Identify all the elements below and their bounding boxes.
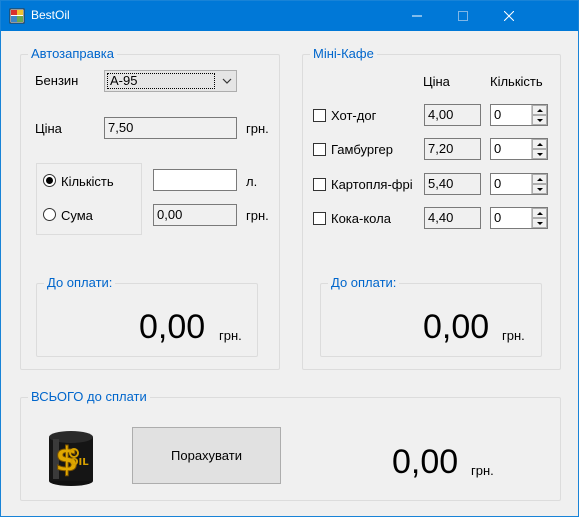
fuel-price-field: 7,50 <box>104 117 237 139</box>
spinner-buttons <box>531 174 547 194</box>
cola-checkbox[interactable] <box>313 212 326 225</box>
increment-icon[interactable] <box>532 105 547 115</box>
decrement-icon[interactable] <box>532 184 547 194</box>
cola-price-field: 4,40 <box>424 207 481 229</box>
fuel-price-label: Ціна <box>35 121 62 136</box>
hotdog-quantity-value: 0 <box>494 107 502 122</box>
calculate-button[interactable]: Порахувати <box>132 427 281 484</box>
minimize-icon <box>412 15 422 17</box>
fuel-sum-unit: грн. <box>246 208 269 223</box>
mini-cafe-legend: Міні-Кафе <box>310 46 377 62</box>
grand-total-legend: ВСЬОГО до сплати <box>28 389 150 405</box>
close-icon <box>504 11 514 21</box>
app-window: BestOil Автозаправка Бензин А-95 Ціна 7,… <box>0 0 579 517</box>
title-bar[interactable]: BestOil <box>1 1 578 31</box>
spinner-buttons <box>531 105 547 125</box>
fuel-price-unit: грн. <box>246 121 269 136</box>
decrement-icon[interactable] <box>532 149 547 159</box>
increment-icon[interactable] <box>532 139 547 149</box>
fries-price-field: 5,40 <box>424 173 481 195</box>
fuel-sum-field: 0,00 <box>153 204 237 226</box>
hamburger-quantity-value: 0 <box>494 141 502 156</box>
maximize-button[interactable] <box>440 1 486 31</box>
cola-quantity-value: 0 <box>494 210 502 225</box>
fuel-type-value: А-95 <box>107 73 215 89</box>
cafe-price-header: Ціна <box>423 74 450 89</box>
cafe-total-legend: До оплати: <box>328 275 400 291</box>
chevron-down-icon[interactable] <box>218 71 236 91</box>
hotdog-price-field: 4,00 <box>424 104 481 126</box>
fuel-type-label: Бензин <box>35 73 79 88</box>
quantity-radio[interactable] <box>43 174 56 187</box>
cafe-total-unit: грн. <box>502 328 525 343</box>
hamburger-price-field: 7,20 <box>424 138 481 160</box>
spinner-buttons <box>531 208 547 228</box>
fuel-total-unit: грн. <box>219 328 242 343</box>
close-button[interactable] <box>486 1 532 31</box>
decrement-icon[interactable] <box>532 115 547 125</box>
fuel-quantity-input[interactable] <box>153 169 237 191</box>
fries-label[interactable]: Картопля-фрі <box>331 177 413 192</box>
fuel-station-legend: Автозаправка <box>28 46 117 62</box>
app-icon <box>9 8 25 24</box>
fuel-total-value: 0,00 <box>139 308 206 346</box>
increment-icon[interactable] <box>532 208 547 218</box>
quantity-radio-label[interactable]: Кількість <box>61 174 114 189</box>
hotdog-label[interactable]: Хот-дог <box>331 108 376 123</box>
fuel-total-legend: До оплати: <box>44 275 116 291</box>
minimize-button[interactable] <box>394 1 440 31</box>
sum-radio[interactable] <box>43 208 56 221</box>
hotdog-quantity-stepper[interactable]: 0 <box>490 104 548 126</box>
cafe-total-value: 0,00 <box>423 308 490 346</box>
grand-total-unit: грн. <box>471 463 494 478</box>
window-title: BestOil <box>31 8 70 22</box>
maximize-icon <box>458 11 468 21</box>
hamburger-checkbox[interactable] <box>313 143 326 156</box>
cola-quantity-stepper[interactable]: 0 <box>490 207 548 229</box>
grand-total-value: 0,00 <box>392 443 459 481</box>
grand-total-group: ВСЬОГО до сплати <box>20 389 561 501</box>
fries-quantity-stepper[interactable]: 0 <box>490 173 548 195</box>
cola-label[interactable]: Кока-кола <box>331 211 391 226</box>
svg-text:OIL: OIL <box>70 457 89 468</box>
hamburger-label[interactable]: Гамбургер <box>331 142 393 157</box>
fuel-type-select[interactable]: А-95 <box>104 70 237 92</box>
increment-icon[interactable] <box>532 174 547 184</box>
fuel-quantity-unit: л. <box>246 174 258 189</box>
sum-radio-label[interactable]: Сума <box>61 208 93 223</box>
spinner-buttons <box>531 139 547 159</box>
cafe-qty-header: Кількість <box>490 74 543 89</box>
hamburger-quantity-stepper[interactable]: 0 <box>490 138 548 160</box>
oil-barrel-dollar-icon: $ OIL <box>49 431 93 486</box>
decrement-icon[interactable] <box>532 218 547 228</box>
fries-quantity-value: 0 <box>494 176 502 191</box>
fries-checkbox[interactable] <box>313 178 326 191</box>
hotdog-checkbox[interactable] <box>313 109 326 122</box>
